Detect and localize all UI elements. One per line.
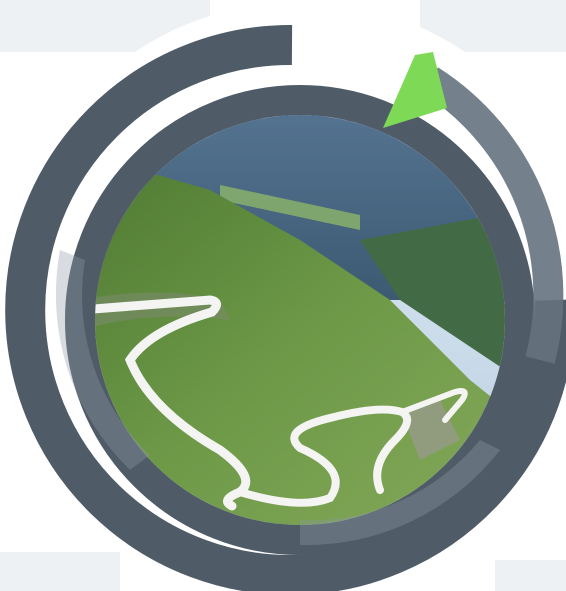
circular-frame	[2, 2, 566, 591]
hero-graphic	[0, 0, 566, 591]
